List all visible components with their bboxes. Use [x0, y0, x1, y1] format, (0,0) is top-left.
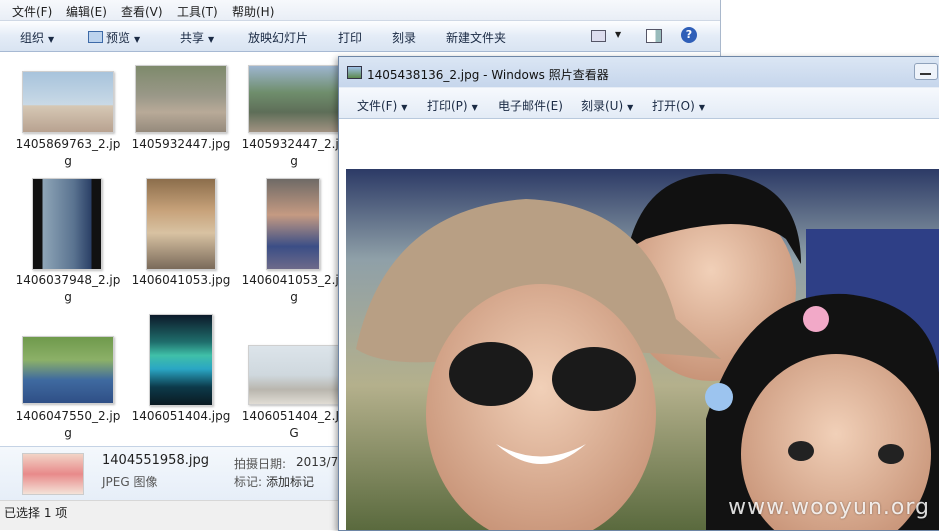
- viewer-burn-menu[interactable]: 刻录(U) ▼: [581, 97, 633, 114]
- menu-bar: 文件(F) 编辑(E) 查看(V) 工具(T) 帮助(H): [0, 0, 720, 21]
- menu-file[interactable]: 文件(F): [12, 3, 52, 20]
- organize-label: 组织: [20, 31, 45, 45]
- chevron-down-icon: ▼: [48, 35, 55, 44]
- viewer-menu-bar: 文件(F) ▼ 打印(P) ▼ 电子邮件(E) 刻录(U) ▼ 打开(O) ▼: [339, 88, 939, 119]
- share-button[interactable]: 共享 ▼: [180, 29, 214, 46]
- print-button[interactable]: 打印: [338, 29, 362, 46]
- file-name: 1406037948_2.jpg: [15, 273, 121, 304]
- photo-viewer-window: 1405438136_2.jpg - Windows 照片查看器 文件(F) ▼ …: [338, 56, 939, 531]
- organize-button[interactable]: 组织 ▼: [20, 29, 54, 46]
- selected-file-name: 1404551958.jpg: [102, 453, 209, 468]
- view-options-icon[interactable]: [591, 30, 606, 42]
- burn-button[interactable]: 刻录: [392, 29, 416, 46]
- date-taken-label: 拍摄日期:: [234, 457, 287, 471]
- menu-edit[interactable]: 编辑(E): [66, 3, 107, 20]
- chevron-down-icon: ▼: [698, 103, 705, 112]
- displayed-photo[interactable]: www.wooyun.org: [346, 169, 939, 530]
- minimize-button[interactable]: [914, 63, 938, 80]
- viewer-print-label: 打印(P): [427, 99, 468, 113]
- new-folder-button[interactable]: 新建文件夹: [446, 29, 506, 46]
- viewer-burn-label: 刻录(U): [581, 99, 624, 113]
- viewer-open-menu[interactable]: 打开(O) ▼: [652, 97, 705, 114]
- file-name: 1406041053_2.jpg: [241, 273, 347, 304]
- viewer-file-label: 文件(F): [357, 99, 398, 113]
- photo-viewer-app-icon: [347, 66, 362, 79]
- photo-thumbnail: [135, 65, 227, 133]
- details-pane: 1404551958.jpg JPEG 图像 拍摄日期: 2013/7/22 1…: [0, 446, 369, 501]
- photo-display-area: www.wooyun.org: [339, 119, 939, 530]
- minimize-icon: [920, 73, 931, 75]
- viewer-print-menu[interactable]: 打印(P) ▼: [427, 97, 478, 114]
- file-name: 1405932447.jpg: [131, 137, 231, 151]
- viewer-title: 1405438136_2.jpg - Windows 照片查看器: [367, 68, 609, 82]
- preview-pane-icon[interactable]: [646, 29, 662, 43]
- add-tags-field[interactable]: 添加标记: [266, 473, 314, 490]
- file-name: 1406041053.jpg: [131, 273, 231, 287]
- photo-image: [346, 169, 939, 530]
- slideshow-button[interactable]: 放映幻灯片: [248, 29, 308, 46]
- viewer-title-bar[interactable]: 1405438136_2.jpg - Windows 照片查看器: [339, 57, 939, 87]
- viewer-file-menu[interactable]: 文件(F) ▼: [357, 97, 407, 114]
- photo-thumbnail: [266, 178, 320, 270]
- tags-label: 标记:: [234, 475, 263, 489]
- chevron-down-icon: ▼: [401, 103, 408, 112]
- status-bar: 已选择 1 项: [0, 500, 340, 530]
- file-name: 1405869763_2.jpg: [15, 137, 121, 168]
- explorer-toolbar: 组织 ▼ 预览 ▼ 共享 ▼ 放映幻灯片 打印 刻录 新建文件夹 ▼ ?: [0, 21, 720, 52]
- preview-label: 预览: [106, 31, 131, 45]
- viewer-email-button[interactable]: 电子邮件(E): [498, 97, 563, 114]
- watermark-text: www.wooyun.org: [728, 495, 930, 520]
- chevron-down-icon[interactable]: ▼: [615, 30, 621, 39]
- file-name: 1406051404_2.JPG: [241, 409, 347, 440]
- photo-thumbnail: [22, 336, 114, 404]
- selected-file-type: JPEG 图像: [102, 475, 158, 489]
- chevron-down-icon: ▼: [208, 35, 215, 44]
- viewer-open-label: 打开(O): [652, 99, 695, 113]
- menu-view[interactable]: 查看(V): [121, 3, 163, 20]
- photo-thumbnail: [248, 345, 340, 405]
- chevron-down-icon: ▼: [471, 103, 478, 112]
- photo-thumbnail: [22, 71, 114, 133]
- preview-icon: [88, 31, 103, 43]
- photo-thumbnail: [248, 65, 340, 133]
- file-name: 1406047550_2.jpg: [15, 409, 121, 440]
- file-name: 1406051404.jpg: [131, 409, 231, 423]
- photo-thumbnail: [32, 178, 102, 270]
- menu-help[interactable]: 帮助(H): [232, 3, 274, 20]
- help-icon[interactable]: ?: [681, 27, 697, 43]
- chevron-down-icon: ▼: [134, 35, 141, 44]
- chevron-down-icon: ▼: [627, 103, 634, 112]
- menu-tools[interactable]: 工具(T): [177, 3, 218, 20]
- photo-thumbnail: [146, 178, 216, 270]
- share-label: 共享: [180, 31, 205, 45]
- selection-status: 已选择 1 项: [4, 506, 68, 520]
- selected-file-thumbnail: [22, 453, 84, 495]
- preview-button[interactable]: 预览 ▼: [88, 29, 140, 46]
- photo-thumbnail: [149, 314, 213, 406]
- file-name: 1405932447_2.jpg: [241, 137, 347, 168]
